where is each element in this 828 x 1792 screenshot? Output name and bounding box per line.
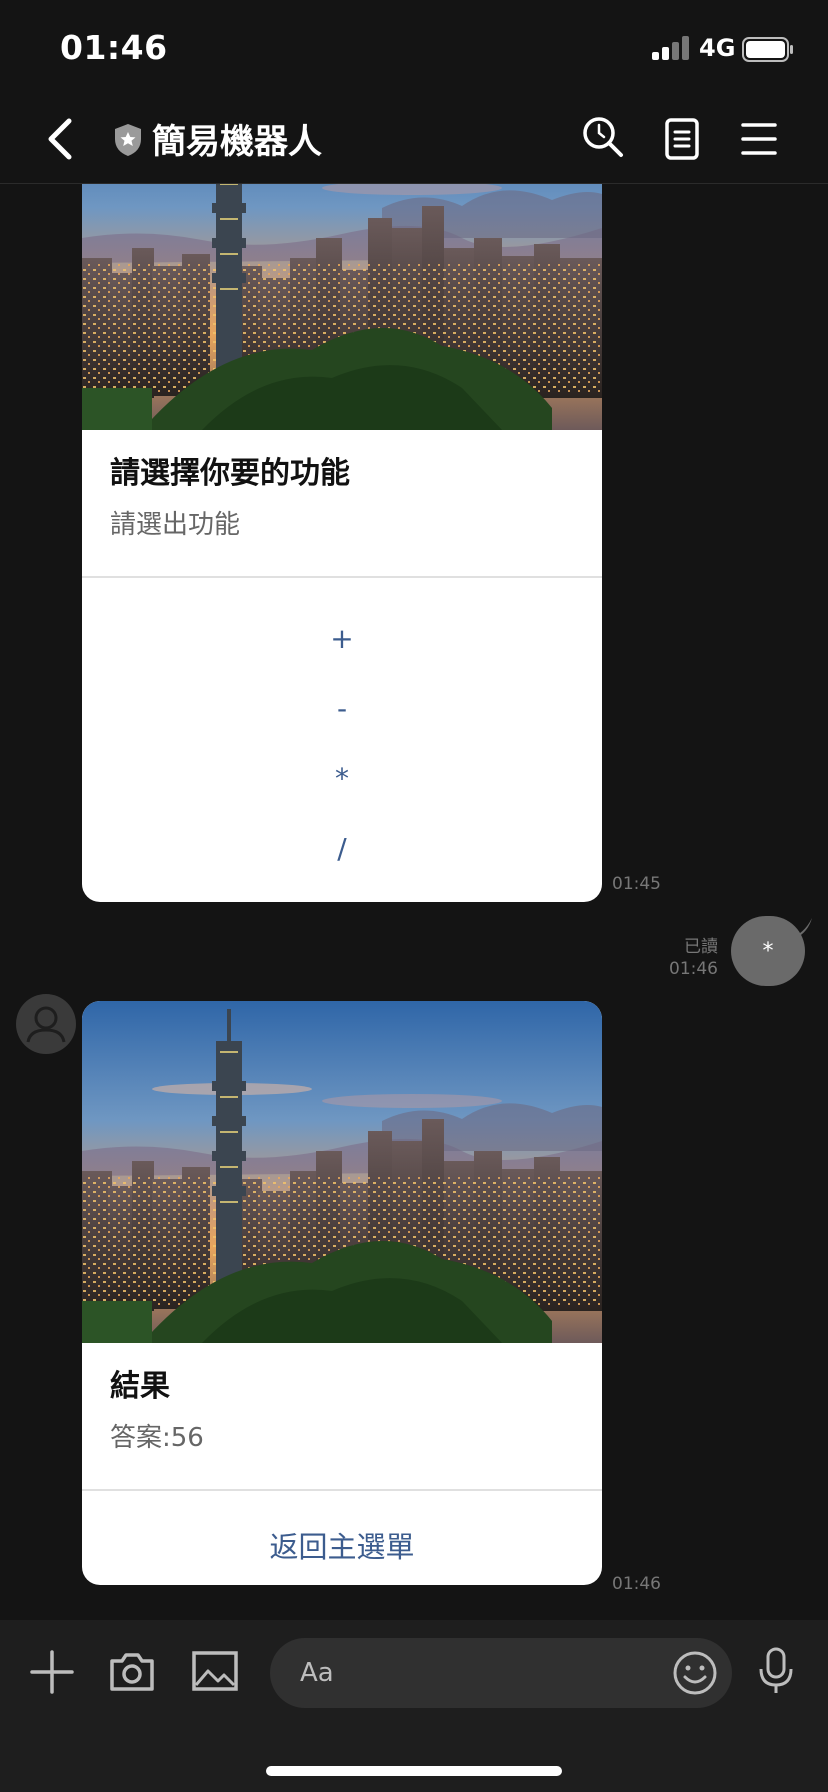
card-title: 請選擇你要的功能 [110, 456, 350, 491]
notes-icon [665, 118, 699, 160]
card-title: 結果 [110, 1369, 170, 1404]
photo-button[interactable] [192, 1650, 238, 1692]
sent-message-text: * [762, 938, 774, 964]
image-icon [192, 1651, 238, 1691]
back-icon [48, 118, 72, 160]
battery-icon [742, 37, 793, 62]
microphone-icon [759, 1647, 793, 1693]
option-divide-button[interactable]: / [82, 814, 602, 884]
option-multiply-button[interactable]: * [82, 744, 602, 814]
emoji-button[interactable] [672, 1650, 718, 1696]
camera-icon [110, 1653, 154, 1691]
menu-button[interactable] [740, 120, 778, 158]
home-indicator[interactable] [266, 1766, 562, 1776]
back-button[interactable] [38, 112, 82, 166]
chat-title: 簡易機器人 [152, 122, 322, 162]
signal-icon [652, 36, 689, 60]
emoji-icon [673, 1651, 717, 1695]
notes-button[interactable] [664, 116, 700, 162]
option-list: + - * / [82, 578, 602, 884]
option-add-button[interactable]: + [82, 604, 602, 674]
shield-icon [115, 124, 141, 156]
function-menu-card: 請選擇你要的功能 請選出功能 + - * / [82, 184, 602, 902]
card-hero-image [82, 1001, 602, 1343]
message-time: 01:46 [669, 959, 718, 979]
voice-button[interactable] [756, 1646, 796, 1696]
bot-avatar[interactable] [16, 994, 76, 1054]
message-input[interactable] [300, 1652, 640, 1694]
add-button[interactable] [30, 1650, 74, 1694]
status-time: 01:46 [60, 28, 168, 67]
network-type: 4G [699, 34, 736, 62]
message-time: 01:46 [612, 1574, 661, 1594]
search-icon [583, 117, 623, 157]
result-card: 結果 答案:56 返回主選單 [82, 1001, 602, 1585]
card-subtitle: 答案:56 [110, 1423, 204, 1453]
chat-screen: 01:46 4G 簡易機器人 請選擇你要的功能 請選出功能 + - * / 01… [0, 0, 828, 1792]
message-time: 01:45 [612, 874, 661, 894]
camera-button[interactable] [108, 1650, 156, 1694]
card-subtitle: 請選出功能 [110, 510, 241, 540]
read-receipt: 已讀 01:46 [669, 936, 718, 980]
card-hero-image [82, 184, 602, 430]
official-badge [112, 122, 144, 158]
chat-header: 簡易機器人 [0, 96, 828, 184]
message-input-box[interactable] [270, 1638, 732, 1708]
plus-icon [30, 1650, 74, 1694]
status-bar: 01:46 4G [0, 0, 828, 96]
user-silhouette-icon [26, 1006, 66, 1043]
option-subtract-button[interactable]: - [82, 674, 602, 744]
sent-message-bubble[interactable]: * [731, 916, 805, 986]
card-header: 請選擇你要的功能 請選出功能 [82, 430, 602, 578]
back-to-main-menu-button[interactable]: 返回主選單 [82, 1491, 602, 1585]
menu-icon [741, 123, 777, 155]
read-label: 已讀 [684, 937, 718, 957]
card-header: 結果 答案:56 [82, 1343, 602, 1491]
search-button[interactable] [580, 114, 626, 160]
message-list[interactable]: 請選擇你要的功能 請選出功能 + - * / 01:45 已讀 01:46 * [0, 184, 828, 1620]
